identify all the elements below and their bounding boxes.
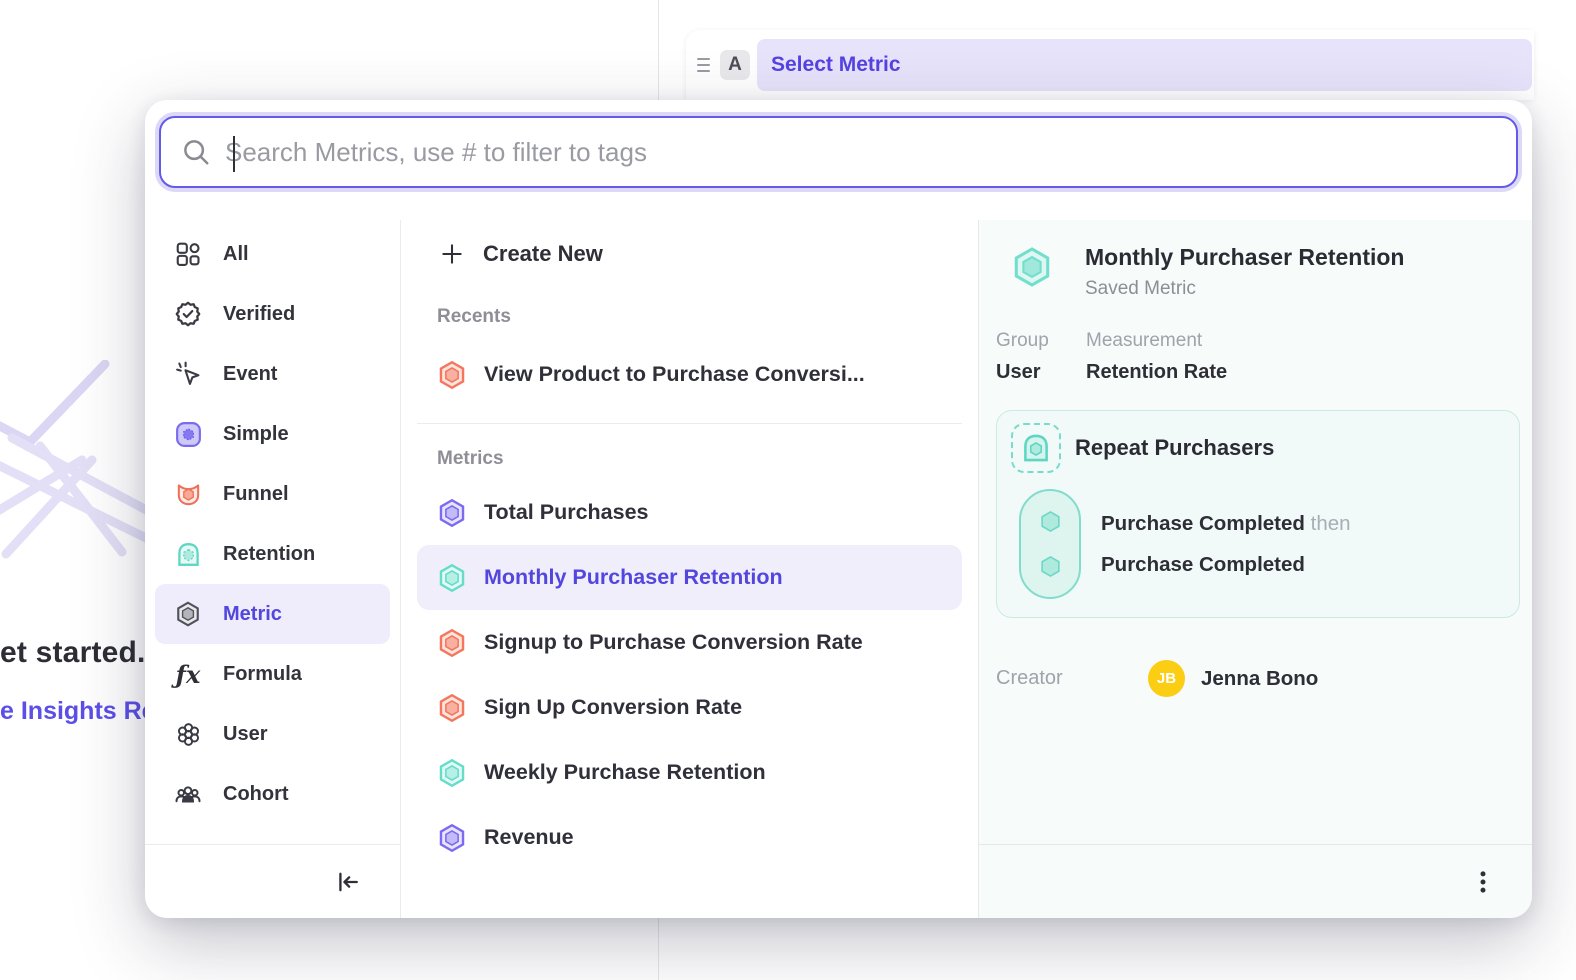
sidebar-item-label: Funnel (223, 483, 289, 506)
metric-picker-modal: All Verified (145, 100, 1532, 918)
metric-hexagon-icon (173, 599, 203, 629)
event-hexagon-icon (1037, 553, 1064, 580)
event-sequence-capsule (1019, 489, 1081, 599)
background-chart-illustration (0, 360, 160, 590)
select-metric-dropdown[interactable]: Select Metric (757, 39, 1532, 91)
select-metric-label: Select Metric (771, 53, 901, 77)
metric-item-revenue[interactable]: Revenue (401, 805, 978, 870)
sidebar-item-label: Cohort (223, 783, 289, 806)
coral-hexagon-icon (435, 626, 469, 660)
verified-badge-icon (173, 299, 203, 329)
behavior-card: Repeat Purchasers Purchase Completed (996, 410, 1520, 618)
group-value: User (996, 361, 1086, 384)
sidebar-item-label: All (223, 243, 249, 266)
creator-label: Creator (996, 667, 1148, 690)
metric-item-label: Revenue (484, 825, 574, 850)
cohort-people-icon (173, 779, 203, 809)
grid-icon (173, 239, 203, 269)
select-metric-bar: A Select Metric (686, 30, 1534, 100)
metric-item-label: Weekly Purchase Retention (484, 760, 766, 785)
sidebar-item-label: Metric (223, 603, 282, 626)
detail-footer (979, 844, 1532, 918)
category-sidebar: All Verified (145, 220, 401, 918)
metric-item-label: Total Purchases (484, 500, 649, 525)
metric-item-label: View Product to Purchase Conversi... (484, 362, 865, 387)
kebab-menu-icon (1470, 869, 1496, 895)
search-box[interactable] (159, 116, 1518, 188)
step-two-event: Purchase Completed (1101, 544, 1351, 585)
search-icon (181, 137, 211, 167)
sidebar-item-verified[interactable]: Verified (145, 284, 400, 344)
metrics-section-label: Metrics (437, 448, 978, 470)
detail-title: Monthly Purchaser Retention (1085, 244, 1404, 271)
sidebar-footer (145, 844, 400, 918)
sidebar-item-funnel[interactable]: Funnel (145, 464, 400, 524)
plus-icon (439, 241, 465, 267)
step-one-event: Purchase Completed (1101, 512, 1305, 535)
metric-list-column: Create New Recents View Product to Purch… (401, 220, 978, 918)
metric-detail-panel: Monthly Purchaser Retention Saved Metric… (978, 220, 1532, 918)
measurement-value: Retention Rate (1086, 361, 1227, 384)
event-hexagon-icon (1037, 508, 1064, 535)
sidebar-item-label: Formula (223, 663, 302, 686)
create-new-label: Create New (483, 241, 603, 267)
metric-item-label: Signup to Purchase Conversion Rate (484, 630, 863, 655)
background-link-fragment[interactable]: e Insights Re (0, 697, 156, 726)
recents-section-label: Recents (437, 306, 978, 328)
purple-hexagon-icon (435, 496, 469, 530)
detail-subtitle: Saved Metric (1085, 278, 1404, 300)
metric-item-sign-up-conversion[interactable]: Sign Up Conversion Rate (401, 675, 978, 740)
sidebar-item-label: Event (223, 363, 277, 386)
metric-letter-badge: A (720, 50, 750, 80)
metric-item-monthly-purchaser-retention[interactable]: Monthly Purchaser Retention (417, 545, 962, 610)
metric-item-signup-to-purchase[interactable]: Signup to Purchase Conversion Rate (401, 610, 978, 675)
drag-handle-icon[interactable] (694, 58, 712, 72)
sidebar-item-metric[interactable]: Metric (155, 584, 390, 644)
collapse-sidebar-button[interactable] (330, 864, 366, 900)
metric-item-total-purchases[interactable]: Total Purchases (401, 480, 978, 545)
retention-behavior-icon (1011, 423, 1061, 473)
sidebar-item-formula[interactable]: ƒx Formula (145, 644, 400, 704)
sidebar-item-label: User (223, 723, 267, 746)
background-headline-fragment: et started. (0, 636, 146, 670)
collapse-left-icon (334, 868, 362, 896)
sidebar-item-cohort[interactable]: Cohort (145, 764, 400, 824)
sidebar-item-all[interactable]: All (145, 224, 400, 284)
metric-item-label: Sign Up Conversion Rate (484, 695, 742, 720)
step-connector: then (1311, 512, 1351, 535)
sidebar-item-simple[interactable]: Simple (145, 404, 400, 464)
sidebar-item-retention[interactable]: Retention (145, 524, 400, 584)
coral-hexagon-icon (435, 691, 469, 725)
sidebar-item-user[interactable]: User (145, 704, 400, 764)
teal-hexagon-icon (435, 756, 469, 790)
saved-metric-hexagon-icon (1009, 244, 1055, 300)
measurement-label: Measurement (1086, 330, 1227, 352)
sidebar-item-label: Verified (223, 303, 295, 326)
user-cluster-icon (173, 719, 203, 749)
simple-hexagon-icon (173, 419, 203, 449)
event-cursor-icon (173, 359, 203, 389)
teal-hexagon-icon (435, 561, 469, 595)
behavior-card-title: Repeat Purchasers (1075, 435, 1274, 461)
section-divider (417, 423, 962, 424)
formula-fx-icon: ƒx (173, 659, 203, 689)
text-caret (233, 136, 235, 172)
sidebar-item-label: Simple (223, 423, 289, 446)
search-input[interactable] (225, 137, 1496, 168)
create-new-button[interactable]: Create New (401, 226, 978, 282)
recent-metric-item[interactable]: View Product to Purchase Conversi... (401, 342, 978, 407)
coral-hexagon-icon (435, 358, 469, 392)
metric-item-label: Monthly Purchaser Retention (484, 565, 783, 590)
funnel-hexagon-icon (173, 479, 203, 509)
creator-name: Jenna Bono (1201, 667, 1318, 691)
more-options-button[interactable] (1466, 865, 1500, 899)
group-label: Group (996, 330, 1086, 352)
purple-hexagon-icon (435, 821, 469, 855)
creator-avatar: JB (1148, 660, 1185, 697)
sidebar-item-label: Retention (223, 543, 315, 566)
metric-item-weekly-purchase-retention[interactable]: Weekly Purchase Retention (401, 740, 978, 805)
retention-arch-icon (173, 539, 203, 569)
sidebar-item-event[interactable]: Event (145, 344, 400, 404)
